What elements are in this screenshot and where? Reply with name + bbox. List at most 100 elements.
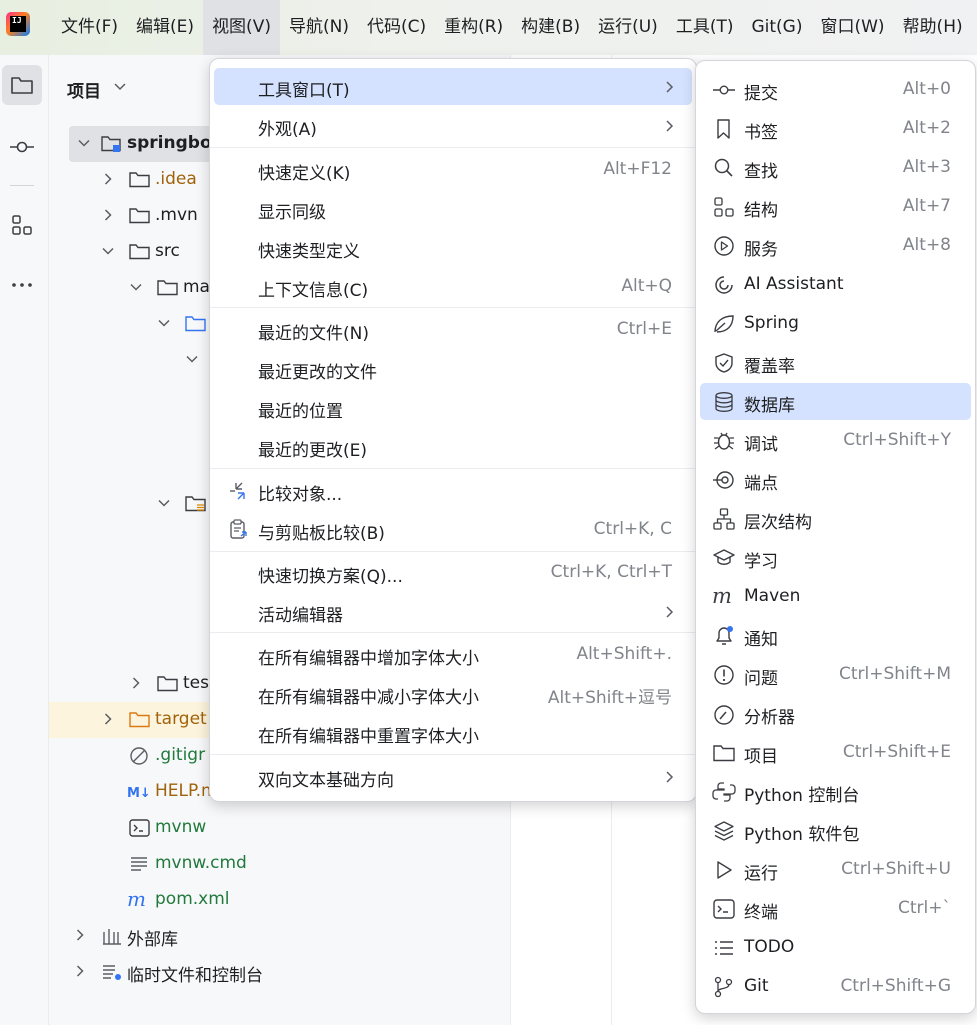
tool-window-services[interactable]: 服务 Alt+8 bbox=[700, 227, 971, 264]
chevron-down-icon[interactable] bbox=[113, 79, 127, 93]
menu-code[interactable]: 代码(C) bbox=[358, 0, 435, 55]
menu-item-tool-windows[interactable]: 工具窗口(T) bbox=[214, 68, 692, 105]
folder-icon bbox=[157, 676, 178, 692]
menu-item-recent-files[interactable]: 最近的文件(N) Ctrl+E bbox=[214, 311, 692, 348]
tool-window-python-console[interactable]: Python 控制台 bbox=[700, 773, 971, 810]
tool-window-run[interactable]: 运行 Ctrl+Shift+U bbox=[700, 851, 971, 888]
chevron-right-icon[interactable] bbox=[129, 676, 143, 690]
tool-window-strip bbox=[0, 55, 49, 1025]
coverage-shield-icon bbox=[715, 353, 733, 373]
clipboard-compare-icon bbox=[230, 519, 247, 539]
tree-label: .gitigr bbox=[155, 745, 206, 765]
learn-cap-icon bbox=[713, 549, 735, 565]
search-icon bbox=[714, 158, 733, 177]
compare-icon bbox=[230, 482, 245, 500]
menu-build[interactable]: 构建(B) bbox=[512, 0, 589, 55]
chevron-down-icon[interactable] bbox=[101, 244, 115, 258]
tree-label: 外部库 bbox=[127, 930, 178, 950]
folder-icon bbox=[129, 208, 150, 224]
tool-window-structure[interactable]: 结构 Alt+7 bbox=[700, 188, 971, 225]
tool-window-spring[interactable]: Spring bbox=[700, 305, 971, 342]
menu-navigate[interactable]: 导航(N) bbox=[280, 0, 358, 55]
chevron-right-icon[interactable] bbox=[101, 712, 115, 726]
tool-window-python-packages[interactable]: Python 软件包 bbox=[700, 812, 971, 849]
menu-git[interactable]: Git(G) bbox=[742, 0, 811, 55]
tree-item-external-libraries[interactable]: 外部库 bbox=[49, 918, 510, 954]
tool-window-todo[interactable]: TODO bbox=[700, 929, 971, 966]
tree-item-scratches[interactable]: 临时文件和控制台 bbox=[49, 954, 510, 990]
menu-item-recent-locations[interactable]: 最近的位置 bbox=[214, 389, 692, 426]
tool-window-profiler[interactable]: 分析器 bbox=[700, 695, 971, 732]
terminal-icon bbox=[713, 899, 735, 919]
svg-text:M↓: M↓ bbox=[127, 786, 151, 801]
tool-window-notifications[interactable]: 通知 bbox=[700, 617, 971, 654]
tool-window-learn[interactable]: 学习 bbox=[700, 539, 971, 576]
commit-tool-button[interactable] bbox=[2, 127, 42, 167]
chevron-down-icon[interactable] bbox=[157, 316, 171, 330]
tool-window-project[interactable]: 项目 Ctrl+Shift+E bbox=[700, 734, 971, 771]
tool-window-endpoints[interactable]: 端点 bbox=[700, 461, 971, 498]
tool-window-maven[interactable]: m Maven bbox=[700, 578, 971, 615]
maven-icon: m bbox=[712, 586, 732, 608]
menu-refactor[interactable]: 重构(R) bbox=[435, 0, 512, 55]
menu-run[interactable]: 运行(U) bbox=[589, 0, 667, 55]
tree-item-mvnw-cmd[interactable]: mvnw.cmd bbox=[49, 846, 510, 882]
more-tools-button[interactable] bbox=[2, 265, 42, 305]
project-folder-icon bbox=[713, 745, 735, 762]
tool-window-database[interactable]: 数据库 bbox=[700, 383, 971, 420]
menu-item-increase-font[interactable]: 在所有编辑器中增加字体大小 Alt+Shift+. bbox=[214, 636, 692, 673]
tool-window-ai-assistant[interactable]: AI Assistant bbox=[700, 266, 971, 303]
menu-item-compare-clipboard[interactable]: 与剪贴板比较(B) Ctrl+K, C bbox=[214, 511, 692, 548]
chevron-down-icon[interactable] bbox=[185, 352, 199, 366]
menu-help[interactable]: 帮助(H) bbox=[894, 0, 972, 55]
menu-item-quick-definition[interactable]: 快速定义(K) Alt+F12 bbox=[214, 151, 692, 188]
tool-window-commit[interactable]: 提交 Alt+0 bbox=[700, 71, 971, 108]
problems-icon bbox=[714, 665, 734, 685]
project-panel-title[interactable]: 项目 bbox=[67, 77, 101, 102]
tool-window-problems[interactable]: 问题 Ctrl+Shift+M bbox=[700, 656, 971, 693]
menu-item-appearance[interactable]: 外观(A) bbox=[214, 107, 692, 144]
tree-label: .mvn bbox=[155, 205, 198, 225]
chevron-right-icon bbox=[666, 120, 674, 132]
project-tool-button[interactable] bbox=[2, 65, 42, 105]
chevron-right-icon[interactable] bbox=[101, 208, 115, 222]
menu-window[interactable]: 窗口(W) bbox=[811, 0, 893, 55]
chevron-down-icon[interactable] bbox=[157, 496, 171, 510]
menu-item-recently-changed-files[interactable]: 最近更改的文件 bbox=[214, 350, 692, 387]
menu-file[interactable]: 文件(F) bbox=[52, 0, 127, 55]
tree-label: mvnw bbox=[155, 817, 207, 837]
menu-item-show-siblings[interactable]: 显示同级 bbox=[214, 190, 692, 227]
tree-item-pom-xml[interactable]: m pom.xml bbox=[49, 882, 510, 918]
tool-window-coverage[interactable]: 覆盖率 bbox=[700, 344, 971, 381]
menu-view[interactable]: 视图(V) bbox=[203, 0, 280, 55]
menu-item-quick-type-definition[interactable]: 快速类型定义 bbox=[214, 229, 692, 266]
menu-item-compare-with[interactable]: 比较对象... bbox=[214, 472, 692, 509]
menu-item-recent-changes[interactable]: 最近的更改(E) bbox=[214, 428, 692, 465]
tool-window-debug[interactable]: 调试 Ctrl+Shift+Y bbox=[700, 422, 971, 459]
menu-item-quick-switch-scheme[interactable]: 快速切换方案(Q)... Ctrl+K, Ctrl+T bbox=[214, 554, 692, 591]
chevron-down-icon[interactable] bbox=[77, 136, 91, 150]
menu-item-context-info[interactable]: 上下文信息(C) Alt+Q bbox=[214, 268, 692, 305]
menu-item-bidi-direction[interactable]: 双向文本基础方向 bbox=[214, 758, 692, 795]
menu-item-reset-font[interactable]: 在所有编辑器中重置字体大小 bbox=[214, 714, 692, 751]
resources-folder-icon bbox=[185, 496, 206, 512]
tool-window-git[interactable]: Git Ctrl+Shift+G bbox=[700, 968, 971, 1005]
chevron-right-icon[interactable] bbox=[73, 964, 87, 978]
hierarchy-icon bbox=[713, 508, 735, 530]
tool-window-terminal[interactable]: 终端 Ctrl+` bbox=[700, 890, 971, 927]
structure-tool-button[interactable] bbox=[2, 205, 42, 245]
menu-item-decrease-font[interactable]: 在所有编辑器中减小字体大小 Alt+Shift+逗号 bbox=[214, 675, 692, 712]
tree-item-mvnw[interactable]: mvnw bbox=[49, 810, 510, 846]
tool-window-bookmarks[interactable]: 书签 Alt+2 bbox=[700, 110, 971, 147]
database-icon bbox=[715, 392, 733, 412]
folder-icon bbox=[157, 280, 178, 296]
menu-item-active-editor[interactable]: 活动编辑器 bbox=[214, 593, 692, 630]
chevron-down-icon[interactable] bbox=[129, 280, 143, 294]
chevron-right-icon[interactable] bbox=[101, 172, 115, 186]
profiler-gauge-icon bbox=[714, 705, 734, 725]
chevron-right-icon[interactable] bbox=[73, 928, 87, 942]
tool-window-find[interactable]: 查找 Alt+3 bbox=[700, 149, 971, 186]
tool-window-hierarchy[interactable]: 层次结构 bbox=[700, 500, 971, 537]
menu-edit[interactable]: 编辑(E) bbox=[127, 0, 203, 55]
menu-tools[interactable]: 工具(T) bbox=[667, 0, 743, 55]
